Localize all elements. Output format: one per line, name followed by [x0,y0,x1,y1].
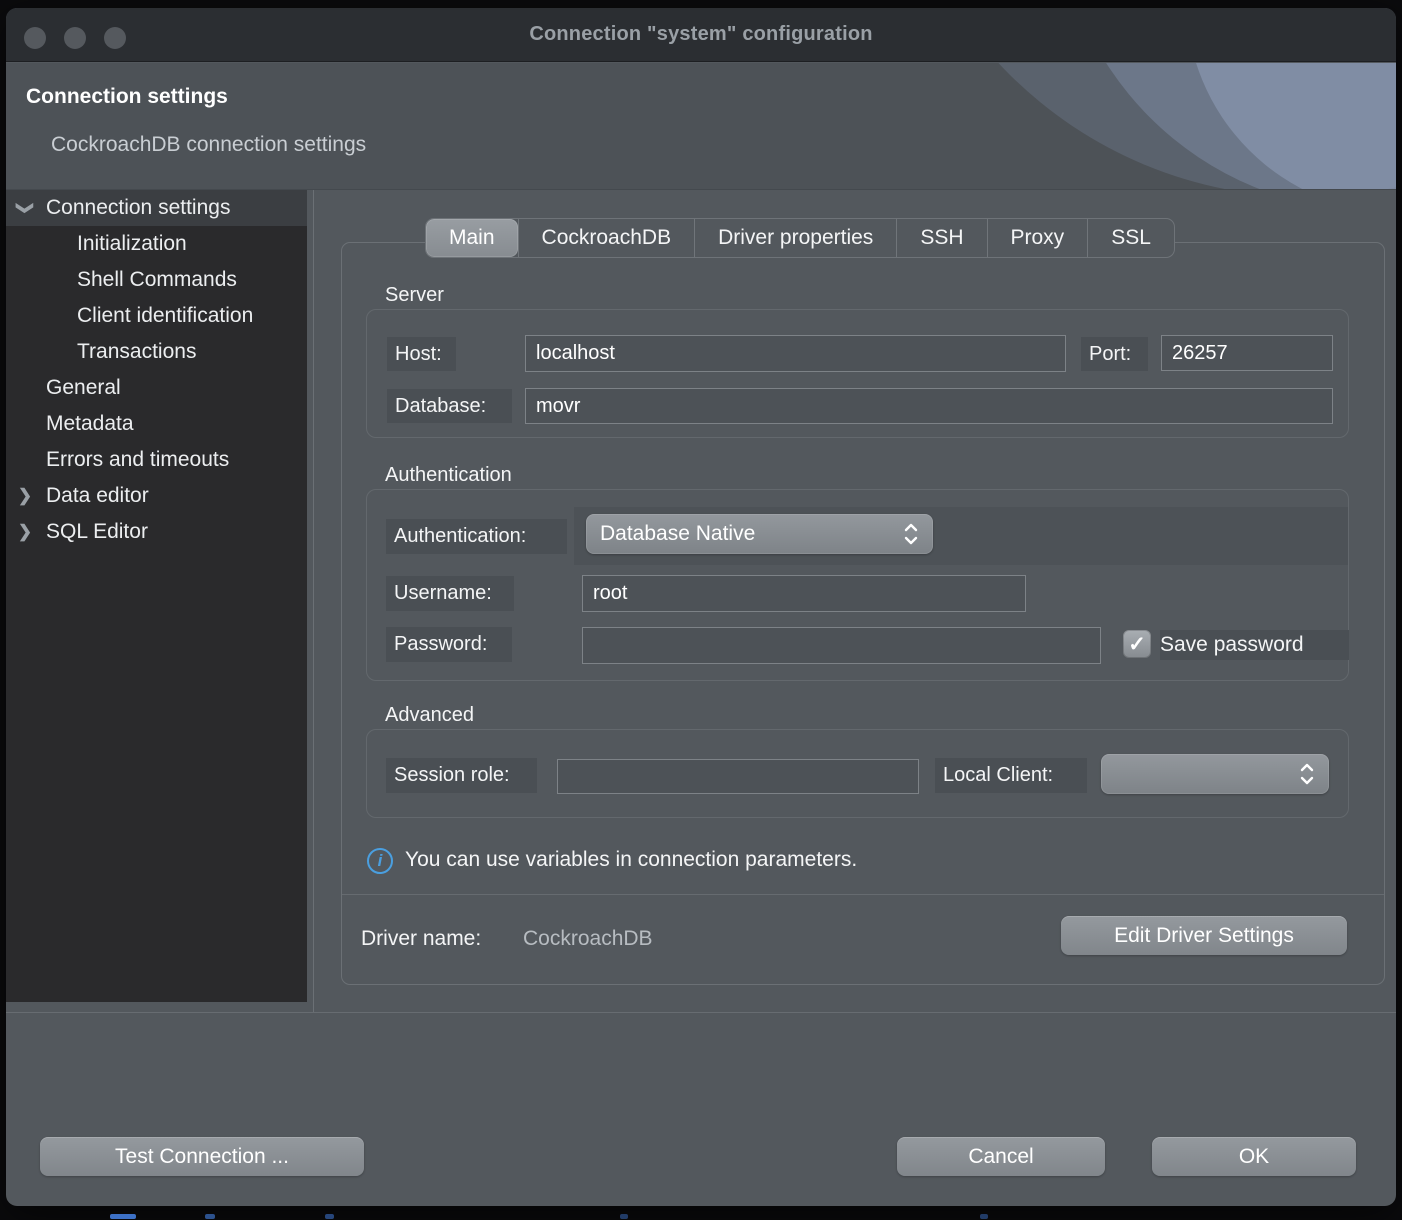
tab-main[interactable]: Main [426,219,518,257]
page-subtitle: CockroachDB connection settings [51,133,366,157]
session-role-input[interactable] [557,759,919,794]
traffic-lights [24,27,126,49]
save-password-label: Save password [1160,630,1349,660]
local-client-select[interactable] [1101,754,1329,794]
tree-item-general[interactable]: General [6,370,307,406]
tree-item-client-identification[interactable]: Client identification [6,298,307,334]
tree-item-sql-editor[interactable]: ❯ SQL Editor [6,514,307,550]
connection-config-dialog: Connection "system" configuration Connec… [6,8,1396,1206]
pane-divider [313,190,314,1012]
port-input[interactable] [1161,335,1333,371]
tab-proxy[interactable]: Proxy [987,219,1088,257]
port-label: Port: [1081,337,1148,371]
save-password-checkbox[interactable]: ✓ [1123,630,1151,658]
tree-item-connection-settings[interactable]: ❯ Connection settings [6,190,307,226]
password-label: Password: [386,627,512,662]
minimize-window-button[interactable] [64,27,86,49]
desktop-fragment [110,1214,136,1219]
desktop-fragment [620,1214,628,1219]
footer-separator [6,1012,1396,1013]
tree-item-shell-commands[interactable]: Shell Commands [6,262,307,298]
titlebar: Connection "system" configuration [6,8,1396,62]
driver-separator [342,894,1384,895]
session-role-label: Session role: [386,758,537,793]
tab-bar: Main CockroachDB Driver properties SSH P… [425,218,1175,258]
window-title: Connection "system" configuration [529,23,872,46]
maximize-window-button[interactable] [104,27,126,49]
edit-driver-settings-button[interactable]: Edit Driver Settings [1061,916,1347,955]
tab-cockroachdb[interactable]: CockroachDB [518,219,695,257]
chevron-down-icon[interactable]: ❯ [14,198,36,218]
database-label: Database: [387,389,512,423]
main-tab-panel: Server Host: Port: Database: Authenticat… [341,242,1385,985]
local-client-label: Local Client: [935,758,1087,793]
cancel-button[interactable]: Cancel [897,1137,1105,1176]
variables-hint-text: You can use variables in connection para… [405,848,857,872]
tree-item-initialization[interactable]: Initialization [6,226,307,262]
authentication-select[interactable]: Database Native [586,514,933,554]
tree-item-metadata[interactable]: Metadata [6,406,307,442]
tab-ssh[interactable]: SSH [896,219,986,257]
username-label: Username: [386,576,514,611]
tree-item-transactions[interactable]: Transactions [6,334,307,370]
tree-item-errors-and-timeouts[interactable]: Errors and timeouts [6,442,307,478]
server-group-label: Server [385,284,444,307]
chevron-right-icon[interactable]: ❯ [14,522,36,542]
updown-chevron-icon [903,521,919,547]
desktop-fragment [325,1214,334,1219]
updown-chevron-icon [1299,761,1315,787]
tab-ssl[interactable]: SSL [1087,219,1174,257]
chevron-right-icon[interactable]: ❯ [14,486,36,506]
host-input[interactable] [525,335,1066,372]
tree-item-data-editor[interactable]: ❯ Data editor [6,478,307,514]
authentication-group-label: Authentication [385,464,512,487]
info-icon: i [367,848,393,874]
close-window-button[interactable] [24,27,46,49]
password-input[interactable] [582,627,1101,664]
desktop-fragment [980,1214,988,1219]
authentication-label: Authentication: [386,519,567,554]
database-input[interactable] [525,388,1333,424]
page-title: Connection settings [26,85,228,109]
driver-name-label: Driver name: [361,927,481,951]
ok-button[interactable]: OK [1152,1137,1356,1176]
host-label: Host: [387,337,456,371]
advanced-group-label: Advanced [385,704,474,727]
test-connection-button[interactable]: Test Connection ... [40,1137,364,1176]
tab-driver-properties[interactable]: Driver properties [694,219,896,257]
username-input[interactable] [582,575,1026,612]
settings-tree: ❯ Connection settings Initialization She… [6,190,307,1002]
header-banner: Connection settings CockroachDB connecti… [6,63,1396,190]
desktop-fragment [205,1214,215,1219]
checkmark-icon: ✓ [1128,632,1146,657]
driver-name-value: CockroachDB [523,927,653,951]
